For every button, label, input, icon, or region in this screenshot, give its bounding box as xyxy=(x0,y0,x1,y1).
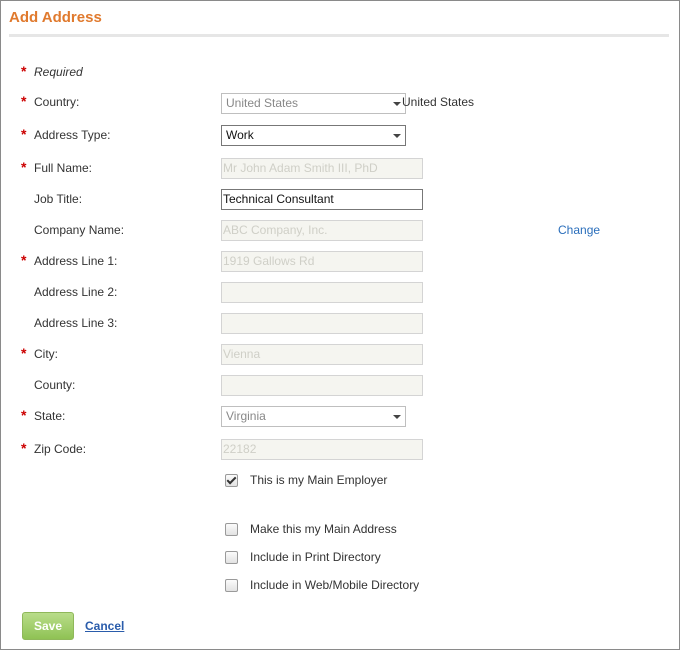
state-select-value: Virginia xyxy=(226,409,266,423)
job-title-label: Job Title: xyxy=(34,192,83,206)
main-address-label: Make this my Main Address xyxy=(250,522,397,536)
county-label: County: xyxy=(34,378,76,392)
address-type-label: Address Type: xyxy=(34,128,111,142)
print-directory-label: Include in Print Directory xyxy=(250,550,381,564)
dialog-title: Add Address xyxy=(9,9,102,26)
print-directory-checkbox[interactable] xyxy=(225,551,238,564)
main-employer-label: This is my Main Employer xyxy=(250,473,388,487)
web-mobile-directory-label: Include in Web/Mobile Directory xyxy=(250,578,420,592)
required-star: * xyxy=(21,93,27,109)
required-star: * xyxy=(21,440,27,456)
title-divider xyxy=(9,34,669,37)
main-employer-checkbox[interactable] xyxy=(225,474,238,487)
address-line-3-field[interactable] xyxy=(221,313,423,334)
zip-code-field[interactable]: 22182 xyxy=(221,439,423,460)
address-type-select[interactable]: Work xyxy=(221,125,406,146)
required-note: Required xyxy=(34,65,83,79)
city-label: City: xyxy=(34,347,58,361)
required-star: * xyxy=(21,63,27,79)
full-name-field[interactable]: Mr John Adam Smith III, PhD xyxy=(221,158,423,179)
add-address-dialog: Add Address * Required * Country: United… xyxy=(0,0,680,650)
required-star: * xyxy=(21,159,27,175)
state-select[interactable]: Virginia xyxy=(221,406,406,427)
main-address-checkbox[interactable] xyxy=(225,523,238,536)
required-star: * xyxy=(21,252,27,268)
address-line-1-label: Address Line 1: xyxy=(34,254,118,268)
state-label: State: xyxy=(34,409,66,423)
address-line-2-field[interactable] xyxy=(221,282,423,303)
save-button[interactable]: Save xyxy=(22,612,74,640)
company-name-field[interactable]: ABC Company, Inc. xyxy=(221,220,423,241)
country-select-value: United States xyxy=(226,96,299,110)
required-star: * xyxy=(21,407,27,423)
chevron-down-icon xyxy=(393,102,401,106)
required-star: * xyxy=(21,345,27,361)
country-label: Country: xyxy=(34,95,80,109)
zip-code-label: Zip Code: xyxy=(34,442,87,456)
chevron-down-icon xyxy=(393,134,401,138)
change-company-link[interactable]: Change xyxy=(558,223,600,237)
address-type-select-value: Work xyxy=(226,128,254,142)
web-mobile-directory-checkbox[interactable] xyxy=(225,579,238,592)
chevron-down-icon xyxy=(393,415,401,419)
country-select[interactable]: United States xyxy=(221,93,406,114)
address-line-1-field[interactable]: 1919 Gallows Rd xyxy=(221,251,423,272)
address-line-3-label: Address Line 3: xyxy=(34,316,118,330)
country-display-text: United States xyxy=(402,95,475,109)
company-name-label: Company Name: xyxy=(34,223,125,237)
full-name-label: Full Name: xyxy=(34,161,93,175)
required-star: * xyxy=(21,126,27,142)
city-field[interactable]: Vienna xyxy=(221,344,423,365)
job-title-field[interactable]: Technical Consultant xyxy=(221,189,423,210)
address-line-2-label: Address Line 2: xyxy=(34,285,118,299)
county-field[interactable] xyxy=(221,375,423,396)
cancel-link[interactable]: Cancel xyxy=(85,619,124,633)
